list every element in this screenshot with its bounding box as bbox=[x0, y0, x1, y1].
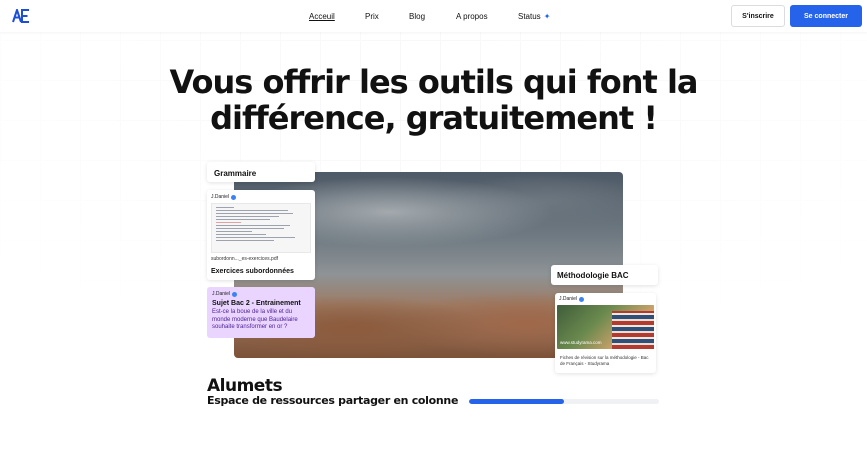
grammaire-title: Grammaire bbox=[214, 169, 257, 178]
grammaire-document-card[interactable]: J.Daniel subordonn..._es-exercices.pdf E… bbox=[207, 190, 315, 280]
resource-description: Fiches de révision sur la méthodologie -… bbox=[560, 355, 649, 366]
grammaire-header-card: Grammaire bbox=[207, 162, 315, 182]
verified-icon bbox=[232, 291, 238, 297]
nav-link-prix[interactable]: Prix bbox=[365, 12, 379, 21]
sujet-title: Sujet Bac 2 - Entrainement bbox=[212, 300, 301, 307]
document-caption: Exercices subordonnées bbox=[211, 268, 294, 275]
verified-icon bbox=[231, 194, 237, 200]
author-name: J.Daniel bbox=[212, 291, 231, 297]
pdf-preview-thumbnail[interactable] bbox=[211, 203, 311, 253]
verified-icon bbox=[579, 296, 585, 302]
nav-link-blog[interactable]: Blog bbox=[409, 12, 425, 21]
hero-title-line-2: différence, gratuitement ! bbox=[210, 99, 658, 137]
sujet-bac-card[interactable]: J.Daniel Sujet Bac 2 - Entrainement Est-… bbox=[207, 287, 315, 338]
top-navbar: Acceuil Prix Blog A propos Status ✦ S'ins… bbox=[0, 0, 867, 32]
methodologie-header-card: Méthodologie BAC bbox=[551, 265, 658, 285]
resource-thumbnail[interactable]: www.studyrama.com bbox=[557, 305, 654, 349]
hero-title: Vous offrir les outils qui font la diffé… bbox=[0, 64, 867, 136]
progress-bar bbox=[469, 399, 659, 404]
section-title: Alumets bbox=[207, 376, 283, 396]
signup-button[interactable]: S'inscrire bbox=[731, 5, 785, 27]
sujet-body: Est-ce la boue de la ville et du monde m… bbox=[212, 309, 298, 330]
methodologie-resource-card[interactable]: J.Daniel www.studyrama.com Fiches de rév… bbox=[555, 293, 656, 373]
nav-link-status-wrap[interactable]: Status ✦ bbox=[518, 12, 550, 21]
author-name: J.Daniel bbox=[211, 194, 230, 200]
hero-title-line-1: Vous offrir les outils qui font la bbox=[169, 63, 699, 101]
author-name: J.Daniel bbox=[559, 296, 578, 302]
author-row: J.Daniel bbox=[557, 296, 654, 302]
progress-bar-fill bbox=[469, 399, 564, 404]
status-dot-icon: ✦ bbox=[543, 12, 551, 21]
section-subtitle: Espace de ressources partager en colonne bbox=[207, 394, 459, 407]
author-row: J.Daniel bbox=[211, 194, 311, 200]
nav-link-status[interactable]: Status bbox=[518, 12, 541, 21]
nav-link-a-propos[interactable]: A propos bbox=[456, 12, 488, 21]
methodologie-title: Méthodologie BAC bbox=[557, 271, 629, 280]
author-row: J.Daniel bbox=[212, 291, 310, 297]
logo-icon[interactable] bbox=[12, 9, 30, 23]
thumbnail-watermark: www.studyrama.com bbox=[560, 340, 602, 345]
books-image bbox=[612, 311, 654, 349]
login-button[interactable]: Se connecter bbox=[790, 5, 862, 27]
nav-link-acceuil[interactable]: Acceuil bbox=[309, 12, 335, 21]
pdf-filename: subordonn..._es-exercices.pdf bbox=[211, 256, 278, 262]
